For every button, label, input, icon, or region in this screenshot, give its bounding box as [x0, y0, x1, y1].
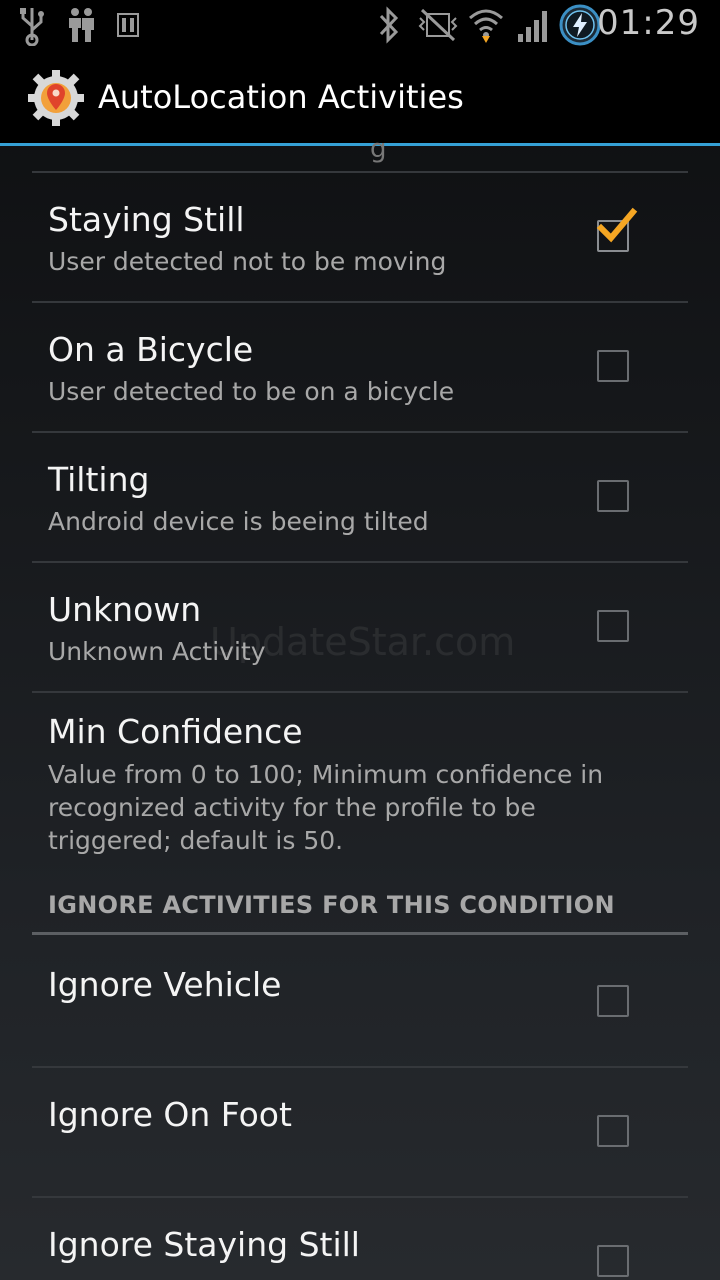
divider — [32, 301, 688, 303]
bluetooth-icon — [379, 6, 399, 44]
divider — [32, 171, 688, 173]
app-title: AutoLocation Activities — [98, 78, 464, 116]
pause-icon — [117, 13, 139, 37]
pref-title: Staying Still — [48, 200, 245, 239]
preference-list[interactable]: g Staying Still User detected not to be … — [0, 134, 720, 1280]
status-time: 01:29 — [597, 3, 700, 43]
divider — [32, 1196, 688, 1198]
accessibility-icon — [69, 8, 94, 42]
watermark: UpdateStar.com — [210, 620, 516, 664]
pref-title: Ignore Staying Still — [48, 1225, 360, 1264]
pref-title: Min Confidence — [48, 712, 303, 751]
divider — [32, 431, 688, 433]
divider — [32, 1066, 688, 1068]
pref-title: Ignore On Foot — [48, 1095, 292, 1134]
usb-icon — [20, 8, 44, 46]
checkmark-icon — [596, 207, 638, 243]
clipped-text: g — [370, 134, 387, 164]
checkbox-ignore-vehicle[interactable] — [597, 985, 629, 1017]
action-bar: AutoLocation Activities — [0, 50, 720, 143]
pref-summary: User detected not to be moving — [48, 247, 447, 276]
signal-icon — [518, 11, 547, 42]
battery-charging-icon — [559, 4, 601, 46]
checkbox-tilting[interactable] — [597, 480, 629, 512]
pref-summary: Android device is beeing tilted — [48, 507, 429, 536]
screen: 01:29 AutoLocation Activities g Staying … — [0, 0, 720, 1280]
wifi-icon — [469, 9, 503, 43]
section-divider — [32, 932, 688, 935]
pref-summary: Value from 0 to 100; Minimum confidence … — [48, 760, 604, 855]
pref-title: Unknown — [48, 590, 202, 629]
pref-title: On a Bicycle — [48, 330, 254, 369]
section-header: IGNORE ACTIVITIES FOR THIS CONDITION — [48, 891, 615, 919]
checkbox-staying-still[interactable] — [596, 207, 638, 252]
checkbox-ignore-on-foot[interactable] — [597, 1115, 629, 1147]
pref-title: Ignore Vehicle — [48, 965, 282, 1004]
divider — [32, 691, 688, 693]
status-bar: 01:29 — [0, 0, 720, 50]
checkbox-unknown[interactable] — [597, 610, 629, 642]
checkbox-on-a-bicycle[interactable] — [597, 350, 629, 382]
autolocation-gear-icon[interactable] — [26, 68, 86, 128]
pref-summary: User detected to be on a bicycle — [48, 377, 455, 406]
divider — [32, 561, 688, 563]
checkbox-ignore-staying-still[interactable] — [597, 1245, 629, 1277]
pref-title: Tilting — [48, 460, 150, 499]
vibrate-icon — [418, 8, 458, 42]
